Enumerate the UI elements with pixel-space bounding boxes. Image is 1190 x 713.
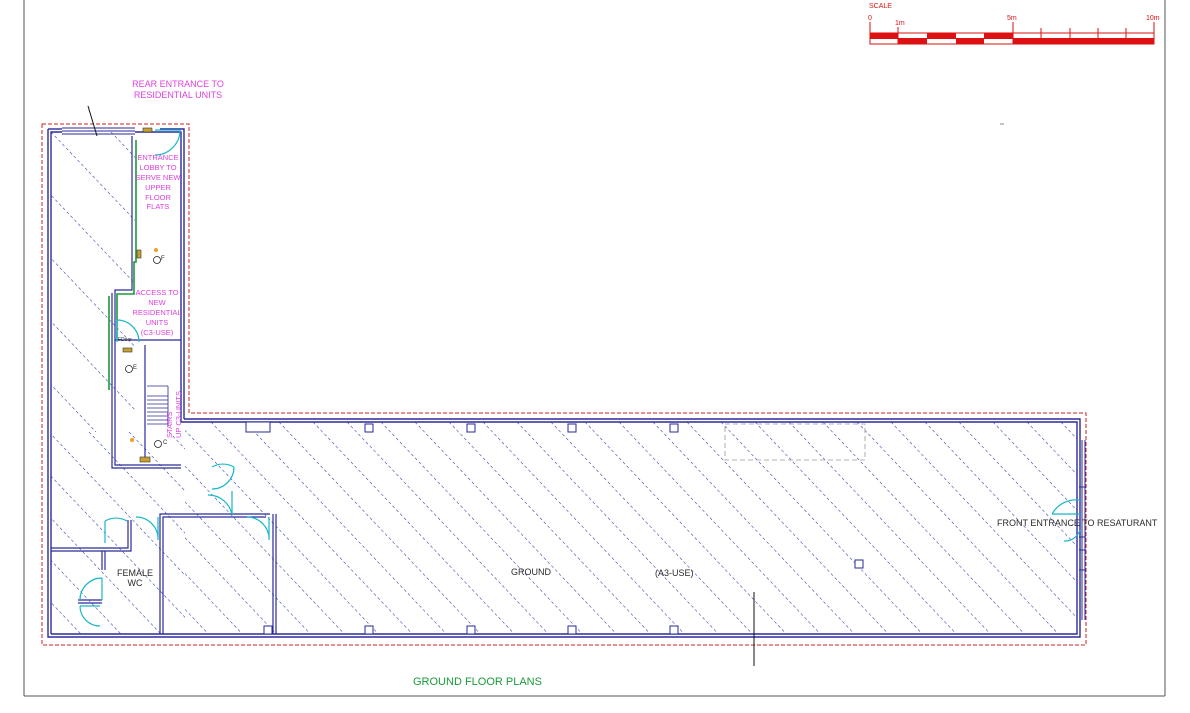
hatch-line — [51, 132, 135, 221]
hatch-line — [329, 432, 521, 634]
hatch-line — [185, 429, 379, 634]
hatch-line — [244, 422, 447, 634]
hatch-line — [185, 501, 311, 634]
hatch-line — [346, 422, 549, 634]
label-line: FEMALE — [116, 568, 153, 578]
label-line: UPPER — [145, 182, 171, 192]
hatch-line — [822, 422, 1025, 634]
hatch-line — [209, 432, 401, 634]
scale-title: SCALE — [869, 3, 892, 10]
hatch-line — [231, 132, 516, 432]
door-swing-wc-2 — [135, 516, 159, 541]
hatch-line — [0, 422, 174, 634]
label-line: NEW — [148, 297, 166, 307]
door-swing-front-entrance — [1051, 499, 1081, 515]
scale-bar — [869, 22, 1155, 45]
door-swing-female-wc — [79, 577, 103, 601]
door-swing-wc-3 — [246, 516, 270, 541]
scale-tick-label: 10m — [1146, 15, 1160, 22]
scale-tick-label: 5m — [1007, 15, 1017, 22]
hatch-line — [584, 422, 787, 634]
hatch-line — [788, 422, 991, 634]
label-line: ACCESS TO — [135, 288, 179, 297]
fire-door-tag: FDoor — [118, 337, 132, 343]
site-boundary — [41, 123, 1087, 646]
label-line: UNITS — [145, 317, 169, 327]
rear-entrance-label: REAR ENTRANCE TO RESIDENTIAL UNITS — [130, 79, 226, 101]
label-line: FLATS — [146, 202, 170, 212]
label-line: LOBBY TO — [139, 162, 177, 172]
hatch-line — [754, 422, 957, 634]
sheet-frame — [23, 0, 1166, 697]
rear-window — [62, 127, 135, 135]
hatch-line — [88, 432, 185, 534]
door-swing-rear-entrance — [154, 129, 181, 156]
hatch-line — [291, 132, 576, 432]
door-swings — [79, 129, 1081, 627]
ground-label: GROUND — [511, 567, 551, 577]
hatch-line — [351, 132, 636, 432]
symbol-letter: C — [163, 440, 168, 446]
scale-segment — [984, 33, 1013, 39]
hatch-line — [618, 422, 821, 634]
front-entrance-label: FRONT ENTRANCE TO RESATURANT — [997, 518, 1158, 528]
scale-segment — [1013, 38, 1154, 44]
scale-tick-label: 1m — [895, 20, 905, 27]
hatch-line — [168, 432, 185, 450]
plan-title: GROUND FLOOR PLANS — [413, 676, 542, 688]
exterior-walls — [47, 128, 1081, 638]
door-swing-wc-1 — [104, 517, 128, 543]
symbol-letter: F — [161, 256, 165, 262]
label-line: REAR ENTRANCE TO — [132, 79, 224, 89]
label-line: WC — [127, 578, 143, 589]
hatch-line — [210, 422, 413, 634]
hatch-line — [185, 465, 345, 634]
wc-walls — [51, 513, 277, 634]
hatch-line — [185, 608, 209, 634]
removed-counter-outline — [724, 423, 866, 461]
label-line: (C3-USE) — [140, 327, 174, 337]
scale-segment — [956, 38, 984, 44]
hatch-line — [171, 132, 456, 432]
hatch-line — [550, 422, 753, 634]
stairs-label-line-2: UP C3-UNITS — [174, 391, 183, 438]
hatch-line — [414, 422, 617, 634]
scale-tick-label: 0 — [868, 15, 872, 22]
label-line: FLOOR — [145, 192, 171, 202]
hatch-line — [448, 422, 651, 634]
label-line: RESIDENTIAL — [132, 307, 182, 317]
hatch-line — [249, 432, 441, 634]
hatch-line — [516, 422, 719, 634]
label-line: ENTRANCE — [137, 153, 179, 162]
access-residential-label: ACCESS TO NEW RESIDENTIAL UNITS (C3-USE) — [130, 289, 184, 336]
hatch-line — [1163, 422, 1190, 634]
stairs-label-line-1: STAIRS — [165, 411, 174, 438]
hatch-line — [185, 573, 243, 634]
hatch-line — [720, 422, 923, 634]
scale-segment — [898, 38, 927, 44]
symbol-letter: E — [133, 365, 138, 371]
door-swing-lower-lobby — [211, 463, 235, 490]
hatch-line — [0, 432, 41, 634]
structural-columns — [245, 421, 864, 635]
hatch-line — [51, 602, 82, 634]
hatch-line — [380, 422, 583, 634]
entrance-lobby-label: ENTRANCE LOBBY TO SERVE NEW UPPER FLOOR … — [132, 154, 184, 211]
scale-segment — [927, 33, 956, 39]
female-wc-label: FEMALE WC — [112, 568, 158, 589]
hatch-line — [369, 432, 561, 634]
label-line: SERVE NEW — [135, 172, 181, 182]
hatch-line — [411, 132, 696, 432]
scale-segment — [870, 33, 898, 39]
hatch-line — [482, 422, 685, 634]
hatch-line — [278, 422, 481, 634]
hatch-line — [686, 422, 889, 634]
floor-plan-drawing — [0, 0, 1190, 697]
label-line: RESIDENTIAL UNITS — [133, 90, 223, 101]
hatch-line — [0, 132, 36, 432]
hatch-line — [51, 559, 122, 634]
hatch-line — [312, 422, 515, 634]
a3-use-label: (A3-USE) — [655, 568, 694, 578]
